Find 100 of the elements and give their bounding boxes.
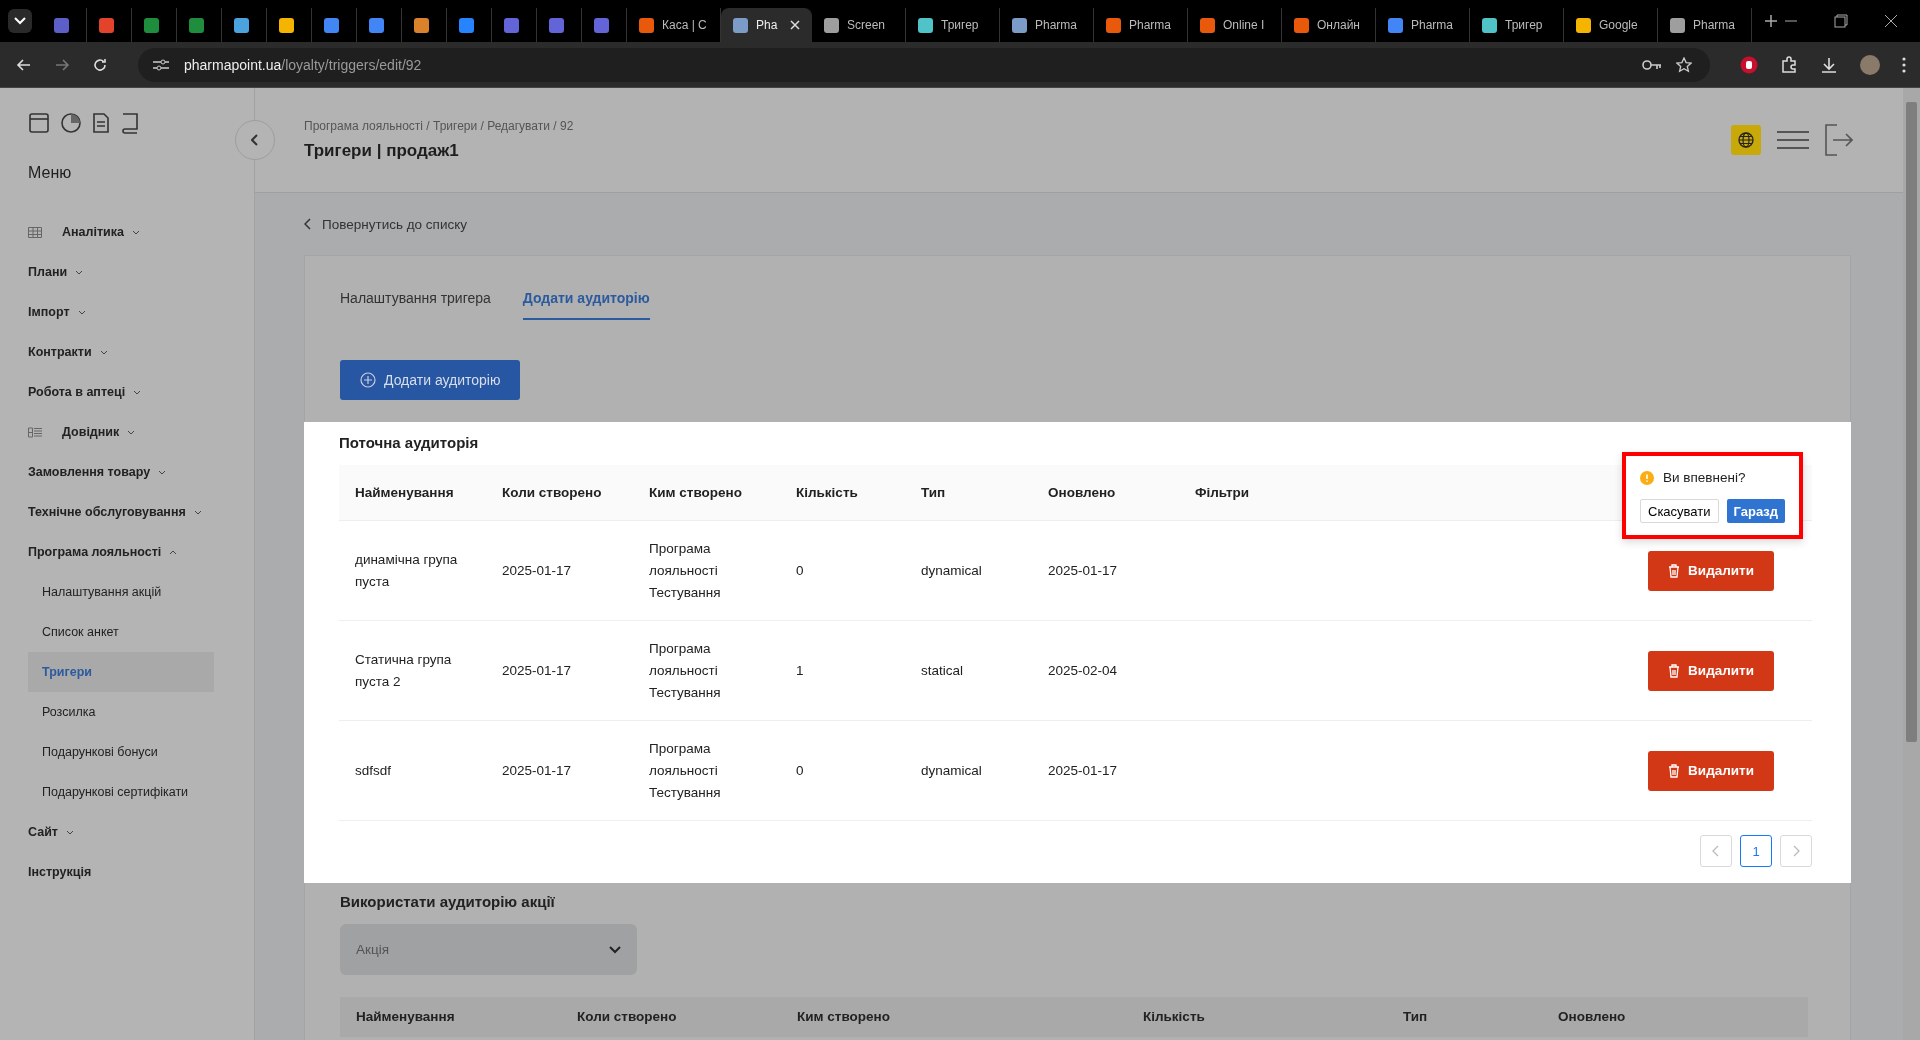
menu-item[interactable]: Програма лояльності [28, 532, 178, 572]
delete-button[interactable]: Видалити [1648, 550, 1774, 591]
table-cell-text: Програма лояльності Тестування [649, 539, 722, 602]
menu-item[interactable]: Плани [28, 252, 84, 292]
table-cell: 2025-02-04 [1048, 663, 1118, 678]
column-header: Тип [1403, 1009, 1428, 1024]
submenu-item[interactable]: Подарункові сертифікати [28, 772, 214, 812]
site-settings-icon[interactable] [152, 57, 170, 72]
chevron-up-icon [169, 549, 178, 555]
table-cell: statical [921, 663, 964, 678]
column-header: Найменування [339, 465, 486, 521]
tab-title: Тригер [1505, 18, 1544, 32]
chevron-down-icon [75, 269, 84, 275]
delete-button[interactable]: Видалити [1648, 650, 1774, 691]
page-button[interactable]: 1 [1740, 835, 1772, 867]
address-bar[interactable]: pharmapoint.ua/loyalty/triggers/edit/92 [138, 47, 1710, 82]
menu-item[interactable]: Замовлення товару [28, 452, 167, 492]
tab-title: Google [1599, 18, 1639, 32]
hand-icon[interactable] [1740, 55, 1758, 74]
table-cell: 2025-01-17 [1048, 763, 1118, 778]
close-icon[interactable] [1884, 14, 1898, 28]
column-header: Тип [905, 465, 1032, 521]
chevron-right-icon [1792, 845, 1800, 857]
menu-item[interactable]: Робота в аптеці [28, 372, 142, 412]
key-icon[interactable] [1642, 58, 1662, 71]
table-cell-text: динамічна група пуста [355, 550, 459, 591]
chevron-down-icon [131, 229, 140, 235]
column-header: Кількість [1143, 1009, 1205, 1024]
column-header: Оновлено [1032, 465, 1179, 521]
reload-icon[interactable] [92, 56, 108, 73]
table-cell-text: Програма лояльності Тестування [649, 639, 722, 702]
scrollbar[interactable] [1903, 88, 1920, 1040]
submenu-item[interactable]: Список анкет [28, 612, 214, 652]
column-header: Оновлено [1558, 1009, 1626, 1024]
section-title: Поточна аудиторія [339, 434, 480, 451]
ok-button[interactable]: Гаразд [1726, 499, 1785, 523]
warning-icon [1640, 470, 1654, 485]
archive-icon[interactable] [28, 112, 50, 134]
page-title: Тригери | продаж1 [304, 141, 460, 161]
chevron-down-icon [127, 429, 136, 435]
submenu-item[interactable]: Розсилка [28, 692, 214, 732]
menu-item[interactable]: Сайт [28, 812, 74, 852]
tab-search-button[interactable] [8, 9, 32, 33]
table-cell: 2025-01-17 [502, 763, 572, 778]
cancel-button[interactable]: Скасувати [1640, 499, 1719, 523]
menu-icon[interactable] [1777, 131, 1809, 149]
tab-title: Pharma [1411, 18, 1455, 32]
trash-icon [1668, 663, 1681, 678]
back-icon[interactable] [16, 56, 32, 73]
chevron-down-icon [609, 945, 621, 954]
chevron-down-icon [133, 389, 142, 395]
table-cell-text: Програма лояльності Тестування [649, 739, 722, 802]
tab-title: Pha [756, 18, 779, 32]
plus-circle-icon [360, 372, 376, 388]
table-cell: 2025-01-17 [502, 563, 572, 578]
chevron-down-icon [14, 17, 26, 25]
back-link-text[interactable]: Повернутись до списку [322, 216, 467, 232]
download-icon[interactable] [1820, 55, 1838, 74]
tab-title: Онлайн [1317, 18, 1361, 32]
profile-avatar[interactable] [1860, 54, 1880, 75]
menu-item[interactable]: Технічне обслуговування [28, 492, 202, 532]
chevron-down-icon [65, 829, 74, 835]
language-button[interactable] [1731, 125, 1761, 155]
pie-chart-icon[interactable] [60, 112, 82, 134]
tab-title: Тригер [941, 18, 980, 32]
submenu-item[interactable]: Подарункові бонуси [28, 732, 214, 772]
more-icon[interactable] [1902, 56, 1906, 73]
trash-icon [1668, 763, 1681, 778]
new-tab-icon[interactable] [1764, 14, 1778, 28]
table-cell: 1 [796, 663, 804, 678]
document-icon[interactable] [92, 112, 110, 134]
table-cell: 0 [796, 763, 804, 778]
browser-tab[interactable]: Pha [721, 8, 812, 42]
delete-button[interactable]: Видалити [1648, 750, 1774, 791]
chevron-left-icon [304, 218, 312, 230]
menu-item[interactable]: Імпорт [28, 292, 86, 332]
back-link[interactable]: Повернутись до списку [304, 193, 467, 255]
tab-title: Pharma [1035, 18, 1079, 32]
restore-icon[interactable] [1834, 14, 1848, 28]
confirm-question: Ви впевнені? [1663, 470, 1746, 485]
column-header: Ким створено [797, 1009, 890, 1024]
column-header: Найменування [356, 1009, 455, 1024]
table-cell: dynamical [921, 763, 982, 778]
table-cell-text: sdfsdf [355, 761, 393, 780]
menu-item[interactable]: Інструкція [28, 852, 92, 892]
submenu-item[interactable]: Налаштування акцій [28, 572, 214, 612]
menu-item[interactable]: Довідник [28, 412, 136, 452]
star-icon[interactable] [1676, 56, 1692, 73]
puzzle-icon[interactable] [1780, 55, 1798, 74]
add-audience-button[interactable]: Додати аудиторію [340, 360, 521, 400]
chevron-down-icon [158, 469, 167, 475]
menu-item[interactable]: Контракти [28, 332, 108, 372]
trash-icon [1668, 563, 1681, 578]
tab-title: Каса | С [662, 18, 708, 32]
menu-item[interactable]: Аналітика [28, 212, 140, 252]
logout-icon[interactable] [1825, 124, 1853, 156]
tab[interactable]: Налаштування тригера [340, 282, 491, 320]
tab-title: Screen [847, 18, 887, 32]
forward-icon[interactable] [54, 56, 70, 73]
column-header: Коли створено [577, 1009, 677, 1024]
